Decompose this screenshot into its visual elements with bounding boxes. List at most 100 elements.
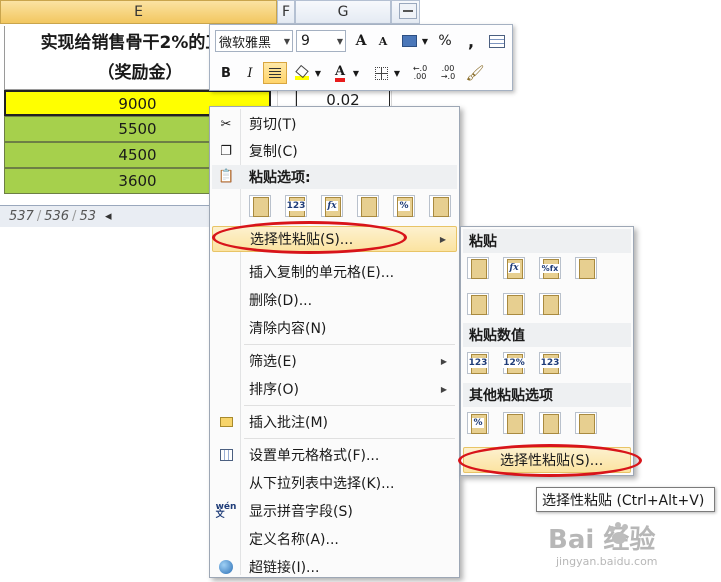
paste-formatting-button[interactable]: % [467,412,489,434]
menu-item-sort[interactable]: 排序(O) ▶ [212,376,457,402]
comma-style-button[interactable]: , [460,30,482,52]
chevron-down-icon[interactable]: ▼ [313,62,323,84]
align-center-button[interactable] [263,62,287,84]
paste-all-button[interactable] [467,257,489,279]
paste-button-label: fx [326,201,338,211]
percent-style-button[interactable]: % [434,30,456,52]
decrease-decimal-button[interactable]: .00 →.0 [436,62,460,84]
submenu-item-paste-special[interactable]: 选择性粘贴(S)... [463,447,631,473]
watermark-logo: Bai 经验 [548,525,656,555]
increase-decimal-button[interactable]: ←.0 .00 [408,62,432,84]
paste-button-label: % [472,418,484,428]
submenu-arrow-icon: ▶ [439,234,446,244]
menu-item-delete[interactable]: 删除(D)... [212,287,457,313]
menu-item-label: 插入批注(M) [249,415,329,431]
sheet-tab-53[interactable]: 53 [76,209,99,224]
menu-item-label: 复制(C) [249,144,298,160]
chevron-down-icon[interactable]: ▼ [392,62,402,84]
menu-item-paste-special[interactable]: 选择性粘贴(S)... ▶ [212,226,457,252]
italic-button[interactable]: I [239,62,261,84]
menu-item-insert-comment[interactable]: 插入批注(M) [212,409,457,435]
menu-item-filter[interactable]: 筛选(E) ▶ [212,348,457,374]
menu-item-copy[interactable]: ❐ 复制(C) [212,138,457,164]
split-bar-icon[interactable] [399,3,417,19]
paste-button[interactable] [249,195,271,217]
menu-item-define-name[interactable]: 定义名称(A)... [212,526,457,552]
chevron-down-icon[interactable]: ▼ [337,37,343,46]
paste-keep-source-format-button[interactable] [575,257,597,279]
menu-item-label: 显示拼音字段(S) [249,504,353,520]
sheet-tab-bar: 537 / 536 / 53 ◂ [0,205,210,227]
paste-values-button[interactable]: 123 [467,352,489,374]
currency-icon [401,35,417,47]
menu-item-format-cells[interactable]: 设置单元格格式(F)... [212,442,457,468]
font-color-letter: A [334,65,346,82]
borders-icon [374,66,388,80]
paste-values-number-format-button[interactable]: 12% [502,352,526,374]
paste-formulas-number-format-button[interactable]: %fx [539,257,561,279]
font-size-value: 9 [301,33,310,49]
font-size-field[interactable]: 9 ▼ [296,30,346,52]
sheet-tab-537[interactable]: 537 [6,209,37,224]
menu-item-cut[interactable]: ✂ 剪切(T) [212,111,457,137]
format-painter-button[interactable]: 🖌 [464,62,486,84]
menu-item-label: 从下拉列表中选择(K)... [249,476,395,492]
font-color-button[interactable]: A [329,62,351,84]
format-cells-icon [218,447,234,463]
paste-linked-picture-button[interactable] [575,412,597,434]
paintbrush-icon: 🖌 [465,64,485,82]
paste-values-source-format-button[interactable]: 123 [539,352,561,374]
menu-item-label: 插入复制的单元格(E)... [249,265,395,281]
menu-item-hyperlink[interactable]: 超链接(I)... [212,554,457,580]
paste-button-label: % [398,201,410,211]
menu-separator [244,438,455,439]
paste-transpose-button[interactable] [357,195,379,217]
submenu-section-header: 粘贴数值 [463,323,631,347]
bold-button[interactable]: B [215,62,237,84]
decrease-decimal-line-2: →.0 [440,72,456,81]
paste-picture-button[interactable] [539,412,561,434]
chevron-down-icon[interactable]: ▼ [351,62,361,84]
increase-decimal-line-2: .00 [413,72,427,81]
menu-item-show-pinyin[interactable]: wén 文 显示拼音字段(S) [212,498,457,524]
menu-item-label: 剪切(T) [249,117,297,133]
paste-transpose-button[interactable] [539,293,561,315]
paste-formulas-button[interactable]: fx [503,257,525,279]
chevron-down-icon[interactable]: ▼ [420,30,430,52]
menu-item-label: 清除内容(N) [249,321,327,337]
fill-color-button[interactable] [291,62,313,84]
submenu-arrow-icon: ▶ [440,356,447,366]
paste-values-button[interactable]: 123 [285,195,307,217]
menu-item-insert-copied-cells[interactable]: 插入复制的单元格(E)... [212,259,457,285]
shrink-font-button[interactable]: A [372,30,394,52]
paste-keep-column-widths-button[interactable] [503,293,525,315]
menu-item-label: 删除(D)... [249,293,313,309]
menu-item-pick-from-list[interactable]: 从下拉列表中选择(K)... [212,470,457,496]
mini-toolbar: 微软雅黑 ▼ 9 ▼ A A ▼ % , B I ▼ A ▼ ▼ ←.0 .00… [209,24,513,91]
menu-item-clear-contents[interactable]: 清除内容(N) [212,315,457,341]
paste-link-button[interactable] [503,412,525,434]
menu-separator [244,405,455,406]
format-as-table-button[interactable] [486,30,508,52]
menu-item-label: 选择性粘贴(S)... [250,232,354,248]
paste-button-label: 123 [467,358,489,368]
paste-formatting-button[interactable]: % [393,195,415,217]
paw-icon [609,522,628,544]
sheet-tab-536[interactable]: 536 [41,209,72,224]
paste-no-borders-button[interactable] [467,293,489,315]
paste-formulas-button[interactable]: fx [321,195,343,217]
paste-link-button[interactable] [429,195,451,217]
column-header-f[interactable]: F [277,0,295,24]
font-name-field[interactable]: 微软雅黑 ▼ [215,30,293,52]
accounting-format-button[interactable] [398,30,420,52]
tab-scroll-left-icon[interactable]: ◂ [105,209,112,224]
chevron-down-icon[interactable]: ▼ [284,37,290,46]
paste-button-label: 123 [539,358,561,368]
column-header-e[interactable]: E [0,0,277,24]
paste-button-label: 12% [502,358,526,368]
column-header-g[interactable]: G [295,0,391,24]
borders-button[interactable] [370,62,392,84]
pinyin-icon: wén 文 [215,502,237,520]
submenu-section-header: 其他粘贴选项 [463,383,631,407]
grow-font-button[interactable]: A [350,30,372,52]
